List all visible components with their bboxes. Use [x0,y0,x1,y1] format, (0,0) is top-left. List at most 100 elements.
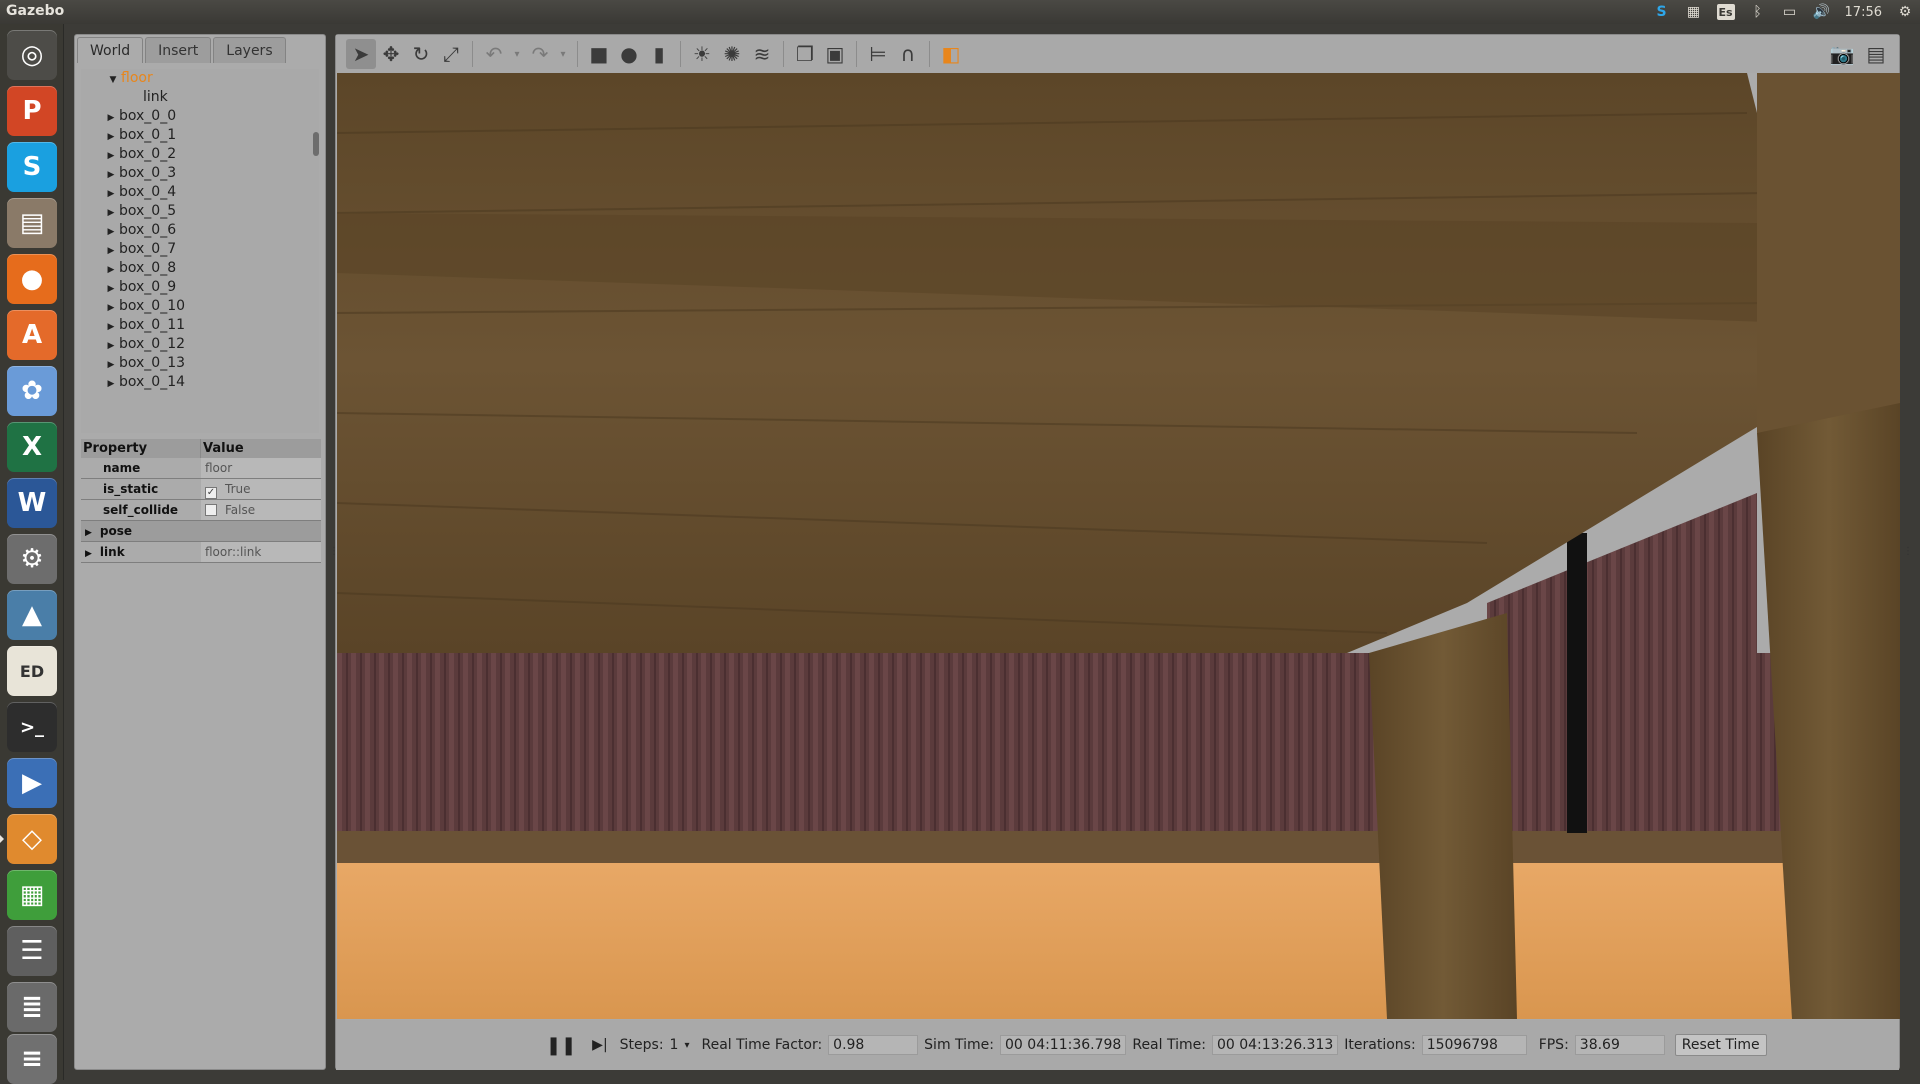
tree-item[interactable]: ▶ box_0_7 [81,240,319,259]
trash-icon[interactable]: ☰ [7,926,57,976]
tab-world[interactable]: World [77,37,144,63]
redo-icon[interactable]: ↷ [525,39,555,69]
prop-value[interactable]: floor [201,458,321,478]
spot-light-icon[interactable]: ✺ [717,39,747,69]
undo-dropdown-icon[interactable]: ▾ [509,39,525,69]
translate-mode-icon[interactable]: ✥ [376,39,406,69]
tree-item[interactable]: ▶ box_0_8 [81,259,319,278]
box-shape-icon[interactable]: ■ [584,39,614,69]
select-mode-icon[interactable]: ➤ [346,39,376,69]
tree-item[interactable]: ▶ box_0_10 [81,297,319,316]
tree-item[interactable]: ▶ box_0_2 [81,145,319,164]
workspaces-icon[interactable]: ▦ [1685,4,1703,20]
tab-layers[interactable]: Layers [213,37,286,63]
clock[interactable]: 17:56 [1845,5,1882,20]
scene-render[interactable] [337,73,1900,1019]
skype-tray-icon[interactable]: S [1653,4,1671,20]
checkbox-unchecked-icon[interactable] [205,504,217,516]
app-title: Gazebo [6,3,65,19]
paste-icon[interactable]: ▣ [820,39,850,69]
prop-row-pose[interactable]: ▶ pose [81,521,321,542]
spreadsheet-icon[interactable]: ▦ [7,870,57,920]
property-table: Property Value name floor is_static ✓ Tru… [81,439,321,563]
ubuntu-dash-icon[interactable]: ◎ [7,30,57,80]
files-icon[interactable]: ▤ [7,198,57,248]
undo-icon[interactable]: ↶ [479,39,509,69]
checkbox-checked-icon[interactable]: ✓ [205,487,217,499]
excel-icon[interactable]: X [7,422,57,472]
model-tree: ▼ floor link ▶ box_0_0 ▶ box_0_1 ▶ box_0_2 ▶ box… [81,69,319,433]
word-icon[interactable]: W [7,478,57,528]
prop-value[interactable]: ✓ True [201,479,321,499]
terminal-icon[interactable]: >_ [7,702,57,752]
sim-time-value: 00 04:11:36.798 [1000,1035,1127,1055]
prop-key: pose [99,524,133,538]
volume-icon[interactable]: 🔊 [1813,4,1831,20]
steps-dropdown-icon[interactable]: ▾ [684,1040,689,1051]
redo-dropdown-icon[interactable]: ▾ [555,39,571,69]
view-angle-icon[interactable]: ◧ [936,39,966,69]
align-icon[interactable]: ⊨ [863,39,893,69]
photos-icon[interactable]: ✿ [7,366,57,416]
settings-gear-icon[interactable]: ⚙ [1896,4,1914,20]
media-player-icon[interactable]: ▶ [7,758,57,808]
log-icon[interactable]: ▤ [1861,39,1891,69]
tree-item-label: box_0_12 [119,336,186,352]
tree-item[interactable]: ▶ box_0_9 [81,278,319,297]
tree-item[interactable]: ▶ box_0_0 [81,107,319,126]
gazebo-icon[interactable]: ◇ [7,814,57,864]
expand-right-icon[interactable]: ▶ [85,528,92,538]
keyboard-layout-indicator[interactable]: Es [1716,4,1735,20]
prop-value[interactable]: False [201,500,321,520]
pause-icon[interactable]: ❚❚ [546,1035,576,1056]
tree-item[interactable]: ▶ box_0_1 [81,126,319,145]
tree-root-floor[interactable]: ▼ floor [81,69,319,88]
sphere-shape-icon[interactable]: ● [614,39,644,69]
point-light-icon[interactable]: ☀ [687,39,717,69]
splitter-handle-icon[interactable]: ⋮ [329,546,339,557]
tree-item-label: box_0_9 [119,279,177,295]
expand-down-icon[interactable]: ▼ [105,71,121,90]
tree-item[interactable]: ▶ box_0_3 [81,164,319,183]
expand-right-icon[interactable]: ▶ [85,549,92,559]
cylinder-shape-icon[interactable]: ▮ [644,39,674,69]
matlab-icon[interactable]: ▲ [7,590,57,640]
storage-icon[interactable]: ≣ [7,982,57,1032]
table-leg-far [1757,73,1900,433]
snap-icon[interactable]: ∩ [893,39,923,69]
tree-item[interactable]: ▶ box_0_5 [81,202,319,221]
document-viewer-icon[interactable]: ED [7,646,57,696]
stacked-drive-icon[interactable]: ≡ [7,1034,57,1084]
battery-icon[interactable]: ▭ [1781,4,1799,20]
bluetooth-icon[interactable]: ᛒ [1749,4,1767,20]
reset-time-button[interactable]: Reset Time [1674,1034,1767,1056]
expand-right-icon[interactable]: ▶ [103,375,119,394]
steps-label: Steps: [619,1037,664,1053]
tree-item[interactable]: ▶ box_0_4 [81,183,319,202]
steps-value[interactable]: 1 [670,1037,679,1053]
3d-scene-viewport[interactable] [337,73,1900,1019]
prop-row-link[interactable]: ▶ link floor::link [81,542,321,563]
tree-item[interactable]: ▶ box_0_13 [81,354,319,373]
copy-icon[interactable]: ❐ [790,39,820,69]
software-center-icon[interactable]: A [7,310,57,360]
tree-child-label: link [143,89,168,105]
tree-root-child[interactable]: link [81,88,319,107]
directional-light-icon[interactable]: ≋ [747,39,777,69]
tree-item[interactable]: ▶ box_0_12 [81,335,319,354]
scale-mode-icon[interactable]: ⤢ [436,39,466,69]
skype-icon[interactable]: S [7,142,57,192]
firefox-icon[interactable]: ● [7,254,57,304]
screenshot-icon[interactable]: 📷 [1827,39,1857,69]
right-splitter-handle-icon[interactable]: ⋮ [1903,546,1913,557]
tree-item[interactable]: ▶ box_0_6 [81,221,319,240]
system-settings-icon[interactable]: ⚙ [7,534,57,584]
step-icon[interactable]: ▶| [592,1037,607,1053]
tree-item[interactable]: ▶ box_0_14 [81,373,319,392]
powerpoint-icon[interactable]: P [7,86,57,136]
rotate-mode-icon[interactable]: ↻ [406,39,436,69]
tree-scrollbar[interactable] [313,132,319,156]
tab-insert[interactable]: Insert [145,37,212,63]
world-panel: World Insert Layers ▼ floor link ▶ box_0_0… [74,34,326,1070]
tree-item[interactable]: ▶ box_0_11 [81,316,319,335]
